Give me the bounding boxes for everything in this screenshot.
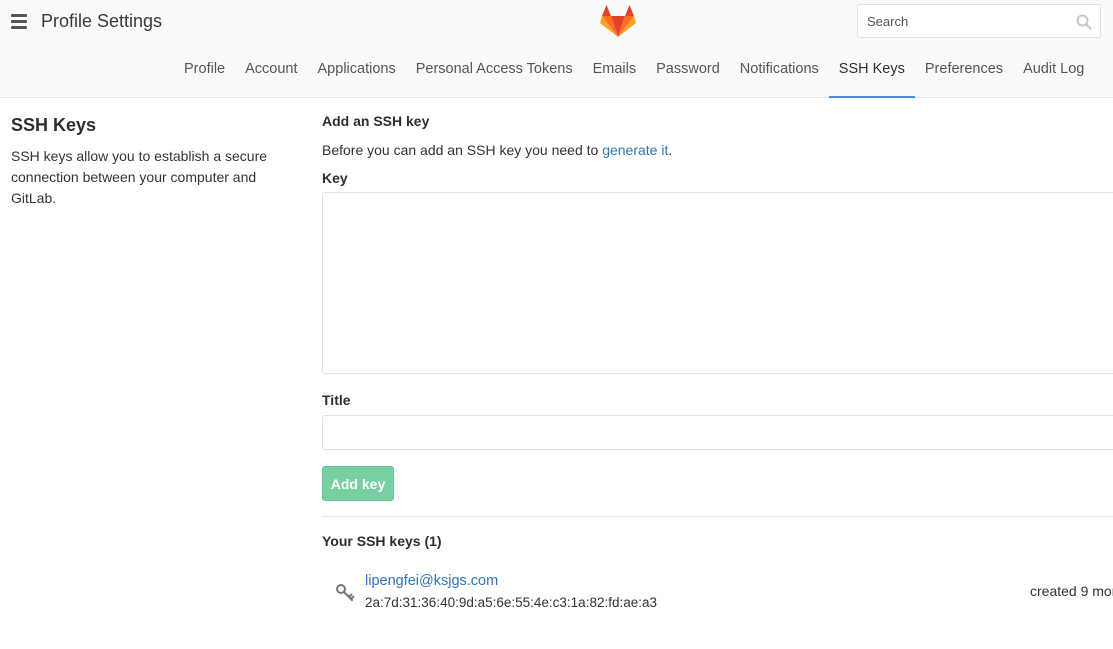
settings-tabs: Profile Account Applications Personal Ac… [174, 50, 1094, 98]
tab-notifications[interactable]: Notifications [730, 50, 829, 98]
top-header: Profile Settings Profile Account Applica… [0, 0, 1113, 98]
key-textarea[interactable] [322, 192, 1113, 374]
ssh-key-created: created 9 mon [1030, 583, 1113, 599]
key-icon [336, 584, 355, 602]
search-icon[interactable] [1076, 14, 1092, 30]
divider [322, 516, 1113, 517]
search-input[interactable] [858, 5, 1058, 37]
tab-password[interactable]: Password [646, 50, 730, 98]
tab-emails[interactable]: Emails [583, 50, 647, 98]
title-input[interactable] [322, 415, 1113, 450]
tab-audit-log[interactable]: Audit Log [1013, 50, 1094, 98]
key-label: Key [322, 170, 348, 186]
intro-end: . [668, 142, 673, 158]
form-intro: Before you can add an SSH key you need t… [322, 142, 1113, 158]
tab-account[interactable]: Account [235, 50, 307, 98]
ssh-key-title-link[interactable]: lipengfei@ksjgs.com [365, 573, 498, 589]
tab-preferences[interactable]: Preferences [915, 50, 1013, 98]
sidebar-description: SSH keys allow you to establish a secure… [11, 148, 268, 206]
sidebar-heading: SSH Keys [11, 115, 97, 135]
sidebar-info: SSH Keys SSH keys allow you to establish… [11, 115, 281, 209]
tab-personal-access-tokens[interactable]: Personal Access Tokens [406, 50, 583, 98]
generate-it-link[interactable]: generate it [602, 142, 668, 158]
hamburger-menu-icon[interactable] [11, 14, 27, 29]
tab-applications[interactable]: Applications [308, 50, 406, 98]
tab-profile[interactable]: Profile [174, 50, 235, 98]
ssh-key-fingerprint: 2a:7d:31:36:40:9d:a5:6e:55:4e:c3:1a:82:f… [365, 595, 658, 610]
page-title: Profile Settings [41, 11, 163, 31]
search-box [857, 4, 1101, 38]
add-key-button[interactable]: Add key [322, 466, 394, 501]
title-label: Title [322, 392, 351, 408]
ssh-key-form: Add an SSH key Before you can add an SSH… [322, 113, 1113, 613]
ssh-keys-list-heading: Your SSH keys (1) [322, 533, 442, 549]
form-heading: Add an SSH key [322, 113, 430, 129]
gitlab-logo[interactable] [599, 4, 637, 38]
ssh-key-row: lipengfei@ksjgs.com 2a:7d:31:36:40:9d:a5… [322, 573, 1113, 613]
intro-text: Before you can add an SSH key you need t… [322, 142, 603, 158]
tab-ssh-keys[interactable]: SSH Keys [828, 50, 915, 98]
